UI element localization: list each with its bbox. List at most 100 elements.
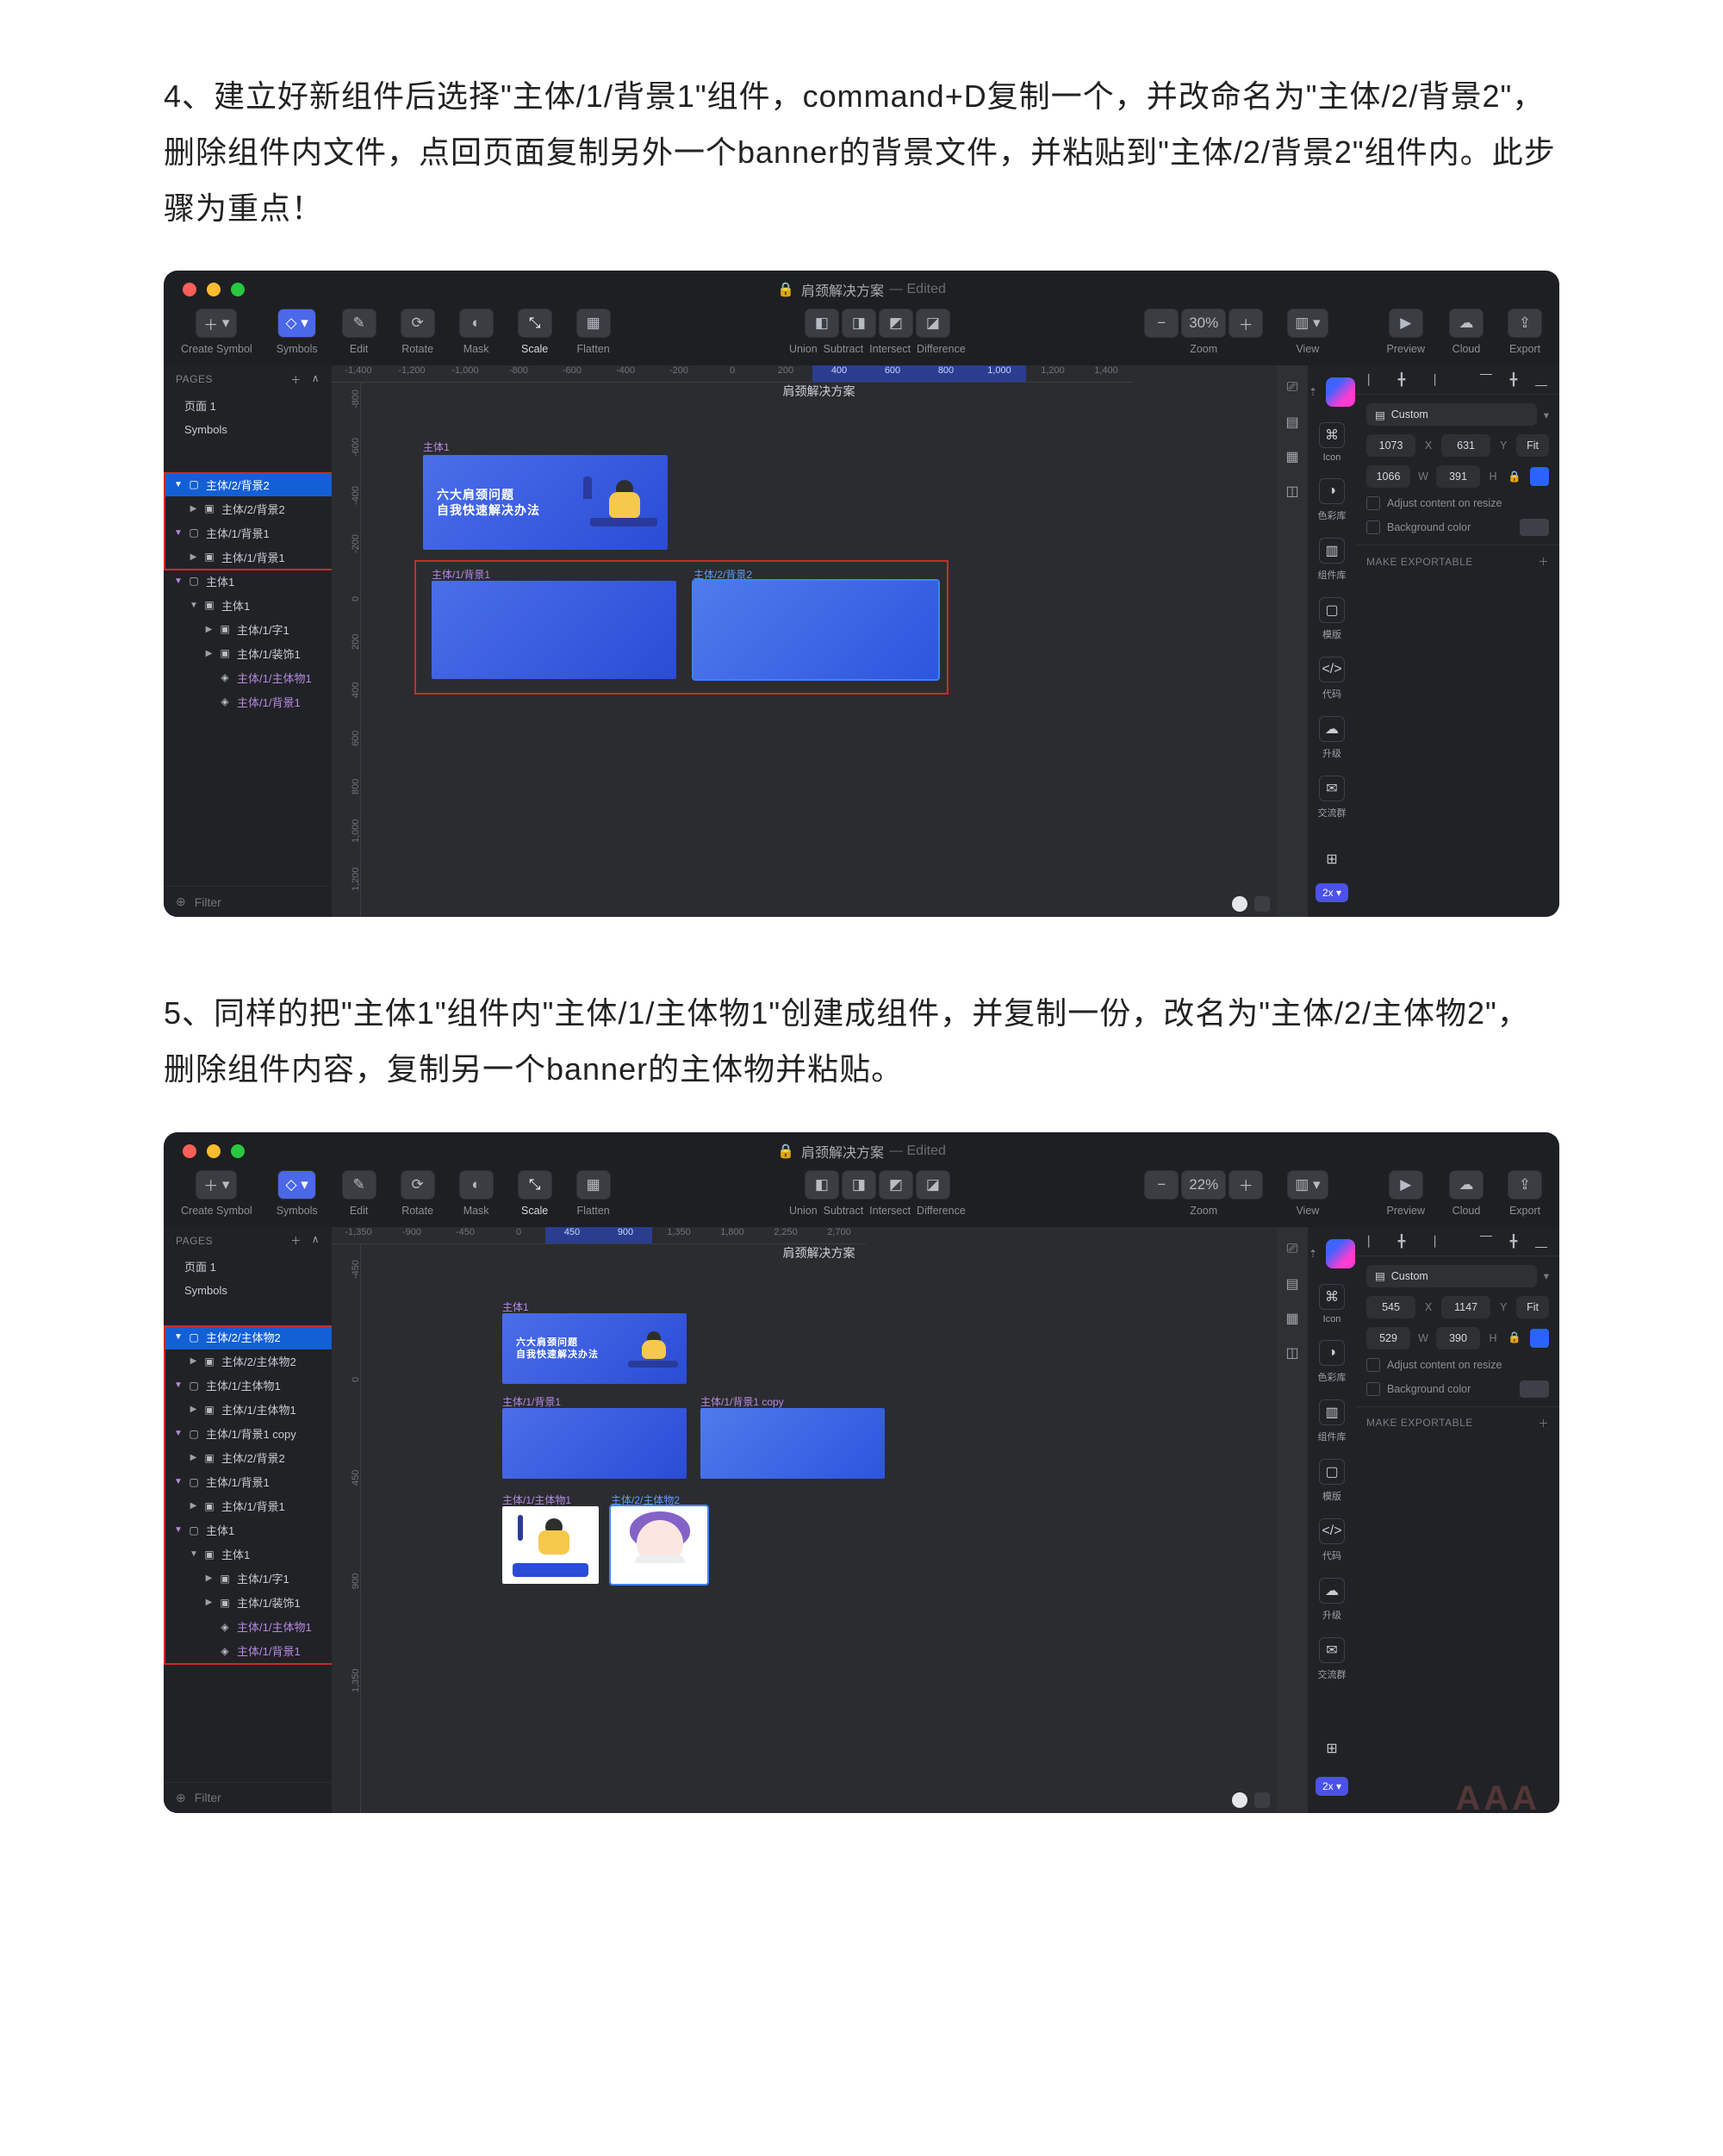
zoom-out-button[interactable]: −: [1144, 1170, 1179, 1200]
zoom-in-button[interactable]: ＋: [1228, 308, 1263, 338]
artboard-bg2[interactable]: [694, 581, 938, 679]
edit-button[interactable]: ✎: [342, 308, 376, 338]
code-button[interactable]: </>: [1319, 657, 1345, 682]
zoom-icon[interactable]: [231, 1144, 245, 1158]
symbols-button[interactable]: ◇ ▾: [277, 1170, 315, 1200]
page-item[interactable]: 页面 1: [164, 1255, 332, 1279]
layer-row[interactable]: ◈主体/1/背景1: [164, 689, 332, 713]
artboard-bg1-copy[interactable]: [700, 1408, 885, 1479]
page-item[interactable]: 页面 1: [164, 393, 332, 417]
insert-button[interactable]: ＋ ▾: [196, 308, 237, 338]
x-field[interactable]: 545: [1366, 1296, 1415, 1318]
filter-bar[interactable]: ⊕Filter: [164, 1782, 332, 1813]
bgcolor-swatch[interactable]: [1520, 1380, 1549, 1398]
h-field[interactable]: 391: [1436, 465, 1480, 488]
layer-row[interactable]: ◈主体/1/主体物1: [164, 665, 332, 689]
fit-button[interactable]: Fit: [1516, 1296, 1549, 1318]
chat-button[interactable]: ✉: [1319, 776, 1345, 801]
filter-bar[interactable]: ⊕Filter: [164, 886, 332, 917]
symbols-button[interactable]: ◇ ▾: [277, 308, 315, 338]
rotate-button[interactable]: ⟳: [401, 308, 435, 338]
grid-icon[interactable]: ▦: [1282, 1308, 1303, 1329]
code-button[interactable]: </>: [1319, 1518, 1345, 1544]
artboard-main[interactable]: 六大肩颈问题自我快速解决办法: [502, 1313, 687, 1384]
align-bottom-icon[interactable]: ⎽: [1532, 372, 1551, 387]
template-button[interactable]: ▢: [1319, 597, 1345, 623]
component-icon[interactable]: ◫: [1282, 1343, 1303, 1363]
zoom-in-button[interactable]: ＋: [1228, 1170, 1263, 1200]
artboard-label[interactable]: 主体/1/主体物1: [502, 1492, 571, 1507]
rotate-button[interactable]: ⟳: [401, 1170, 435, 1200]
scale-badge[interactable]: 2x ▾: [1316, 1777, 1348, 1796]
chat-button[interactable]: ✉: [1319, 1637, 1345, 1663]
plugin-logo-icon[interactable]: [1326, 1239, 1355, 1268]
artboard-subject2[interactable]: [611, 1506, 707, 1584]
close-icon[interactable]: [183, 1144, 196, 1158]
template-button[interactable]: ▢: [1319, 1459, 1345, 1485]
align-left-icon[interactable]: ⎸: [1365, 372, 1384, 387]
add-export-button[interactable]: ＋: [1538, 554, 1549, 569]
preview-button[interactable]: ▶: [1389, 1170, 1423, 1200]
fit-button[interactable]: Fit: [1516, 434, 1549, 457]
color-swatch[interactable]: [1530, 1329, 1549, 1348]
flatten-button[interactable]: ▦: [576, 1170, 611, 1200]
layer-row[interactable]: ▼▢主体1: [164, 569, 332, 593]
union-button[interactable]: ◧: [805, 308, 839, 338]
align-top-icon[interactable]: ⎺: [1477, 372, 1496, 387]
layer-row[interactable]: ▶▣主体/1/装饰1: [164, 641, 332, 665]
minimize-icon[interactable]: [207, 283, 221, 296]
settings-button[interactable]: ⊞: [1319, 1735, 1345, 1761]
symbols-page-item[interactable]: Symbols: [164, 1279, 332, 1303]
zoom-out-button[interactable]: −: [1144, 308, 1179, 338]
window-traffic-lights[interactable]: [183, 283, 245, 296]
preset-dropdown[interactable]: ▤ Custom: [1366, 1265, 1537, 1287]
icon-lib-button[interactable]: ⌘: [1319, 422, 1345, 448]
collapse-icon[interactable]: ∧: [312, 1233, 320, 1248]
collapse-icon[interactable]: ∧: [312, 372, 320, 387]
align-hcenter-icon[interactable]: ╋: [1392, 372, 1411, 387]
scale-button[interactable]: ⤡: [518, 1170, 552, 1200]
y-field[interactable]: 1147: [1441, 1296, 1490, 1318]
upgrade-button[interactable]: ☁: [1319, 716, 1345, 742]
bgcolor-swatch[interactable]: [1520, 519, 1549, 536]
union-button[interactable]: ◧: [805, 1170, 839, 1200]
add-export-button[interactable]: ＋: [1538, 1416, 1549, 1430]
cloud-button[interactable]: ☁: [1449, 1170, 1484, 1200]
intersect-button[interactable]: ◩: [879, 1170, 913, 1200]
adjust-checkbox[interactable]: [1366, 1358, 1380, 1372]
zoom-value[interactable]: 30%: [1181, 308, 1226, 338]
align-left-icon[interactable]: ⎸: [1365, 1234, 1384, 1249]
bgcolor-checkbox[interactable]: [1366, 520, 1380, 534]
status-menu-icon[interactable]: [1254, 896, 1270, 912]
preview-button[interactable]: ▶: [1389, 308, 1423, 338]
artboard-label[interactable]: 主体/1/背景1 copy: [700, 1394, 784, 1409]
artboard-bg1[interactable]: [432, 581, 676, 679]
align-right-icon[interactable]: ⎹: [1420, 1234, 1439, 1249]
scale-badge[interactable]: 2x ▾: [1316, 883, 1348, 902]
artboard-label[interactable]: 主体/2/主体物2: [611, 1492, 680, 1507]
settings-button[interactable]: ⊞: [1319, 851, 1345, 868]
add-page-button[interactable]: ＋: [290, 1233, 302, 1248]
minimize-icon[interactable]: [207, 1144, 221, 1158]
close-icon[interactable]: [183, 283, 196, 296]
add-page-button[interactable]: ＋: [290, 372, 302, 387]
intersect-button[interactable]: ◩: [879, 308, 913, 338]
canvas[interactable]: -1,350-900-45004509001,3501,8002,2502,70…: [332, 1227, 1277, 1813]
symbols-page-item[interactable]: Symbols: [164, 417, 332, 441]
color-lib-button[interactable]: ◑: [1319, 478, 1345, 504]
adjust-checkbox[interactable]: [1366, 496, 1380, 510]
zoom-value[interactable]: 22%: [1181, 1170, 1226, 1200]
cloud-button[interactable]: ☁: [1449, 308, 1484, 338]
artboard-label[interactable]: 主体/1/背景1: [502, 1394, 561, 1409]
align-hcenter-icon[interactable]: ╋: [1392, 1234, 1411, 1249]
status-menu-icon[interactable]: [1254, 1792, 1270, 1808]
subtract-button[interactable]: ◨: [842, 308, 876, 338]
upload-icon[interactable]: ⇡: [1309, 386, 1317, 398]
artboard-bg1[interactable]: [502, 1408, 687, 1479]
artboard-subject1[interactable]: [502, 1506, 599, 1584]
list-icon[interactable]: ▤: [1282, 1274, 1303, 1294]
export-button[interactable]: ⇪: [1508, 308, 1542, 338]
lock-ratio-icon[interactable]: 🔒: [1506, 1331, 1523, 1344]
subtract-button[interactable]: ◨: [842, 1170, 876, 1200]
align-right-icon[interactable]: ⎹: [1420, 372, 1439, 387]
